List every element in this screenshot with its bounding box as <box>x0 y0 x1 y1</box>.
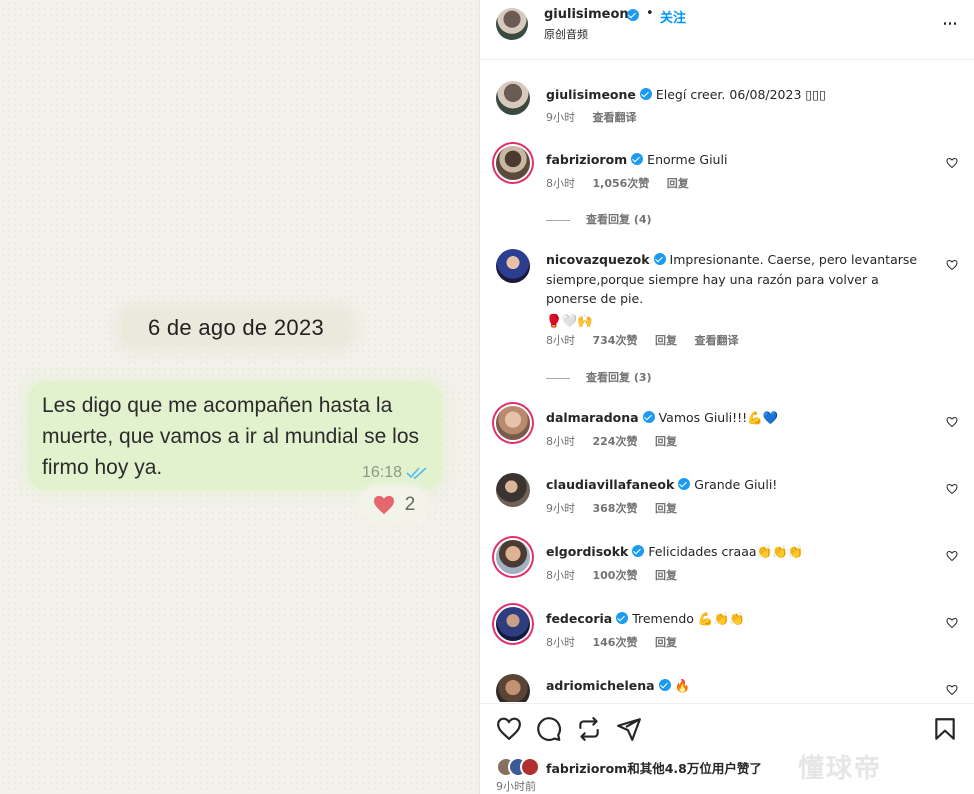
comment-username[interactable]: fabriziorom <box>546 152 627 167</box>
verified-icon <box>639 88 652 100</box>
chat-message-bubble: Les digo que me acompañen hasta la muert… <box>28 382 442 490</box>
post-side-panel: giulisimeone • 关注 原创音频 giulisimeone Eleg… <box>480 0 974 794</box>
liked-by-count[interactable]: 和其他4.8万位用户赞了 <box>627 761 762 776</box>
verified-icon <box>632 545 645 557</box>
avatar[interactable] <box>496 8 528 40</box>
comment-text: Enorme Giuli <box>647 152 728 167</box>
comment-time: 8小时 <box>546 569 575 582</box>
heart-icon[interactable] <box>946 259 958 271</box>
comment-likes[interactable]: 146次赞 <box>593 636 638 649</box>
comment-list[interactable]: giulisimeone Elegí creer. 06/08/2023 ▯▯▯… <box>480 61 974 702</box>
verified-icon <box>616 612 629 624</box>
comment-username[interactable]: adriomichelena <box>546 678 655 693</box>
comment-icon[interactable] <box>536 716 562 742</box>
comment-time: 9小时 <box>546 502 575 515</box>
heart-reaction-icon <box>373 495 394 515</box>
post-time[interactable]: 9小时前 <box>496 778 536 794</box>
chat-date-pill: 6 de ago de 2023 <box>122 310 350 346</box>
dot-separator: • <box>646 6 654 21</box>
comment-time: 8小时 <box>546 177 575 190</box>
comment-likes[interactable]: 734次赞 <box>593 334 638 347</box>
comment-username[interactable]: claudiavillafaneok <box>546 477 674 492</box>
comment-text: Vamos Giuli!!!💪💙 <box>658 410 779 425</box>
verified-icon <box>678 478 691 490</box>
verified-icon <box>627 9 639 21</box>
reaction-count: 2 <box>404 494 416 515</box>
chat-reaction: 2 <box>360 487 428 523</box>
heart-icon[interactable] <box>946 483 958 495</box>
comment-time: 8小时 <box>546 636 575 649</box>
caption-text: Elegí creer. 06/08/2023 ▯▯▯ <box>655 87 827 102</box>
translate-link[interactable]: 查看翻译 <box>694 334 738 347</box>
verified-icon <box>631 153 644 165</box>
avatar[interactable] <box>520 757 540 777</box>
heart-icon[interactable] <box>496 716 522 742</box>
more-icon[interactable] <box>942 14 958 32</box>
comment-likes[interactable]: 1,056次赞 <box>593 177 650 190</box>
comment-likes[interactable]: 368次赞 <box>593 502 638 515</box>
heart-icon[interactable] <box>946 617 958 629</box>
post-view: 6 de ago de 2023 Les digo que me acompañ… <box>0 0 974 794</box>
heart-icon[interactable] <box>946 684 958 696</box>
avatar[interactable] <box>496 406 530 440</box>
follow-button[interactable]: 关注 <box>660 7 686 26</box>
reply-button[interactable]: 回复 <box>655 334 677 347</box>
verified-icon <box>658 679 671 691</box>
avatar[interactable] <box>496 81 530 115</box>
post-action-bar <box>480 703 974 755</box>
comment-text: Grande Giuli! <box>694 477 778 492</box>
comment-username[interactable]: elgordisokk <box>546 544 628 559</box>
comment-time: 9小时 <box>546 111 575 124</box>
comment-text: 🔥 <box>674 678 691 693</box>
heart-icon[interactable] <box>946 157 958 169</box>
send-icon[interactable] <box>616 716 642 742</box>
post-header: giulisimeone • 关注 原创音频 <box>480 0 974 60</box>
avatar[interactable] <box>496 249 530 283</box>
comment-username[interactable]: fedecoria <box>546 611 612 626</box>
comment-likes[interactable]: 224次赞 <box>593 435 638 448</box>
header-username[interactable]: giulisimeone <box>544 7 638 22</box>
avatar[interactable] <box>496 540 530 574</box>
avatar[interactable] <box>496 607 530 641</box>
bookmark-icon[interactable] <box>932 716 958 742</box>
translate-link[interactable]: 查看翻译 <box>593 111 637 124</box>
watermark-logo: 懂球帝 <box>798 754 883 784</box>
verified-icon <box>653 253 666 265</box>
avatar[interactable] <box>496 146 530 180</box>
view-replies-button[interactable]: 查看回复 (3) <box>546 369 652 385</box>
reply-button[interactable]: 回复 <box>655 435 677 448</box>
double-check-icon <box>406 467 427 480</box>
view-replies-button[interactable]: 查看回复 (4) <box>546 211 652 227</box>
reply-button[interactable]: 回复 <box>655 502 677 515</box>
avatar[interactable] <box>496 473 530 507</box>
comment-emoji: 🥊🤍🙌 <box>546 312 593 328</box>
comment-time: 8小时 <box>546 435 575 448</box>
heart-icon[interactable] <box>946 416 958 428</box>
comment-time: 8小时 <box>546 334 575 347</box>
comment-likes[interactable]: 100次赞 <box>593 569 638 582</box>
comment-username[interactable]: nicovazquezok <box>546 252 650 267</box>
reply-button[interactable]: 回复 <box>655 636 677 649</box>
reply-button[interactable]: 回复 <box>667 177 689 190</box>
comment-username[interactable]: dalmaradona <box>546 410 639 425</box>
avatar[interactable] <box>496 674 530 702</box>
chat-message-time: 16:18 <box>361 464 402 481</box>
verified-icon <box>642 411 655 423</box>
heart-icon[interactable] <box>946 550 958 562</box>
audio-label[interactable]: 原创音频 <box>544 26 588 42</box>
comment-text: Tremendo 💪👏👏 <box>632 611 745 626</box>
share-icon[interactable] <box>576 716 602 742</box>
liked-by-user[interactable]: fabriziorom <box>546 761 627 776</box>
comment-username[interactable]: giulisimeone <box>546 87 636 102</box>
comment-text: Felicidades craaa👏👏👏 <box>648 544 804 559</box>
post-media[interactable]: 6 de ago de 2023 Les digo que me acompañ… <box>0 0 480 794</box>
reply-button[interactable]: 回复 <box>655 569 677 582</box>
liked-by: fabriziorom和其他4.8万位用户赞了 <box>496 756 762 778</box>
